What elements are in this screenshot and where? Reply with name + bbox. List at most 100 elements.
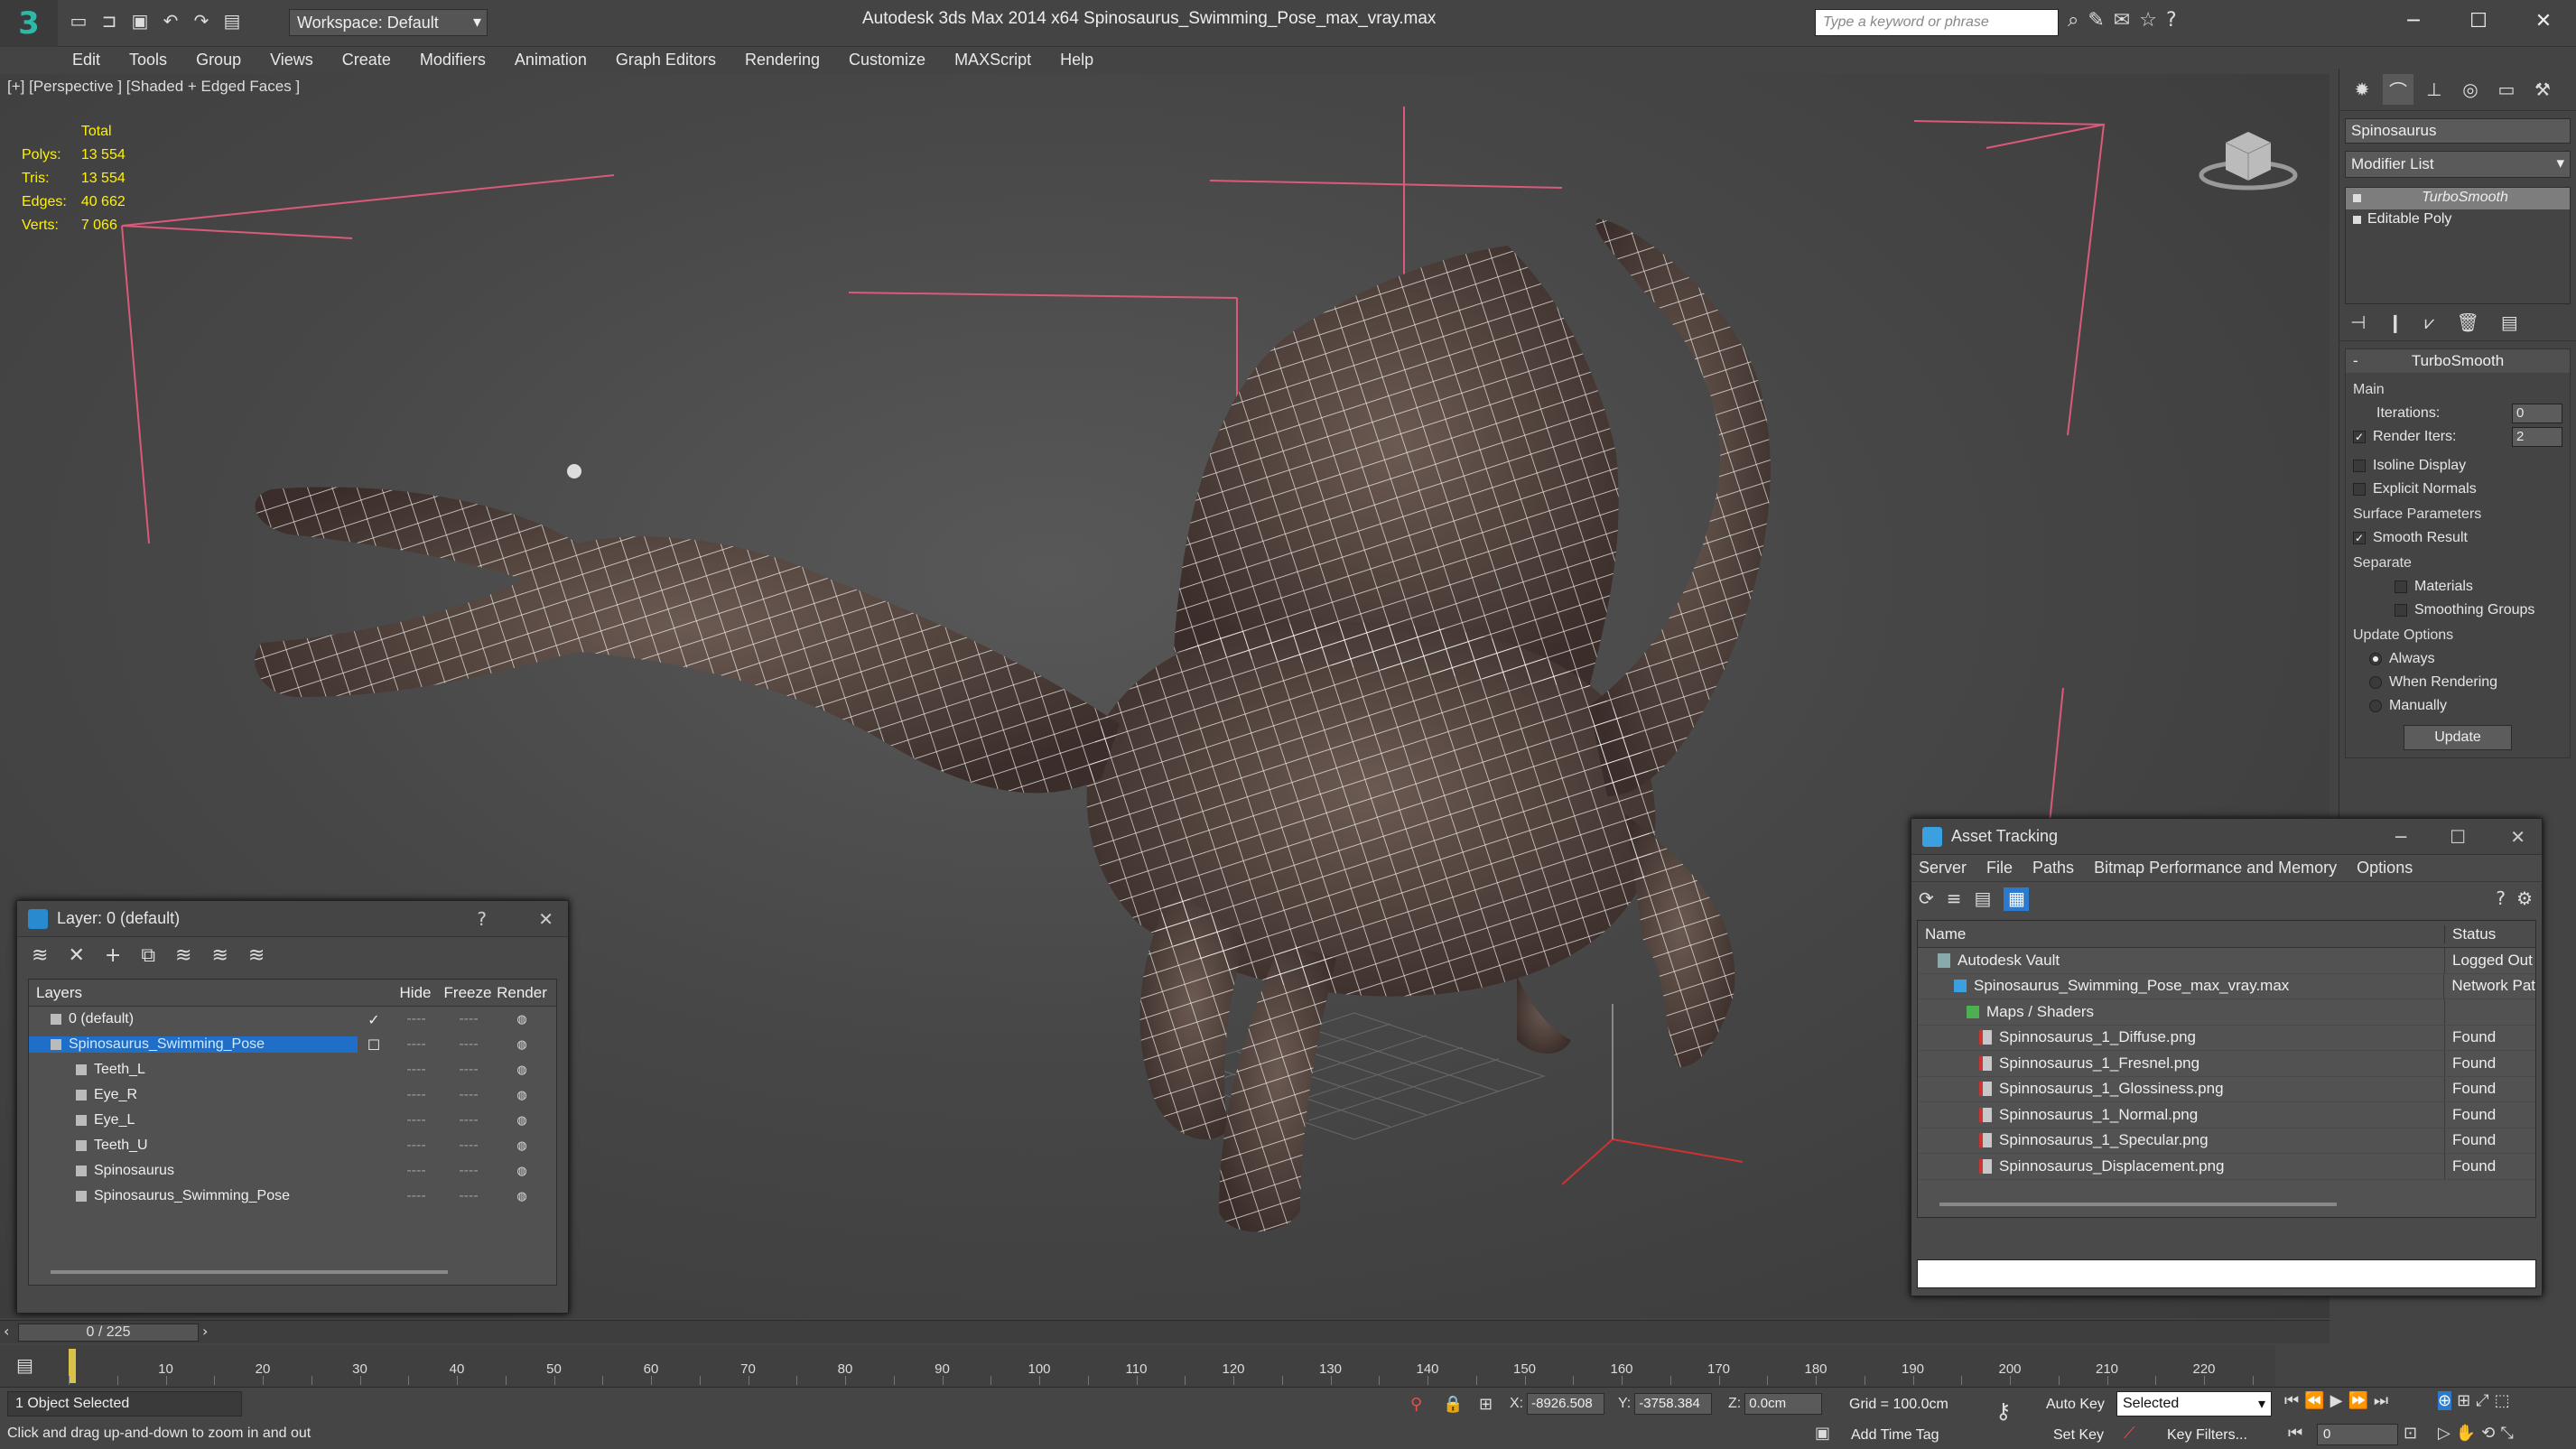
- maximize-icon[interactable]: ☐: [2446, 0, 2511, 42]
- help-icon[interactable]: ?: [2496, 887, 2506, 909]
- auto-key-button[interactable]: Auto Key: [2046, 1397, 2105, 1413]
- zoom-all-icon[interactable]: ⊞: [2457, 1391, 2470, 1410]
- new-file-icon[interactable]: ▭: [65, 7, 92, 34]
- play-icon[interactable]: ▶: [2330, 1391, 2343, 1410]
- hide-toggle[interactable]: ----: [390, 1087, 442, 1103]
- x-field[interactable]: -8926.508: [1527, 1393, 1605, 1415]
- time-slider[interactable]: ‹ 0 / 225 ›: [0, 1320, 2330, 1343]
- hide-toggle[interactable]: ----: [390, 1036, 442, 1053]
- configure-sets-icon[interactable]: ▤: [2501, 311, 2518, 333]
- freeze-toggle[interactable]: ----: [442, 1087, 495, 1103]
- highlight-selected-icon[interactable]: ≋: [175, 944, 191, 967]
- search-input[interactable]: Type a keyword or phrase: [1815, 9, 2059, 36]
- render-iters-checkbox[interactable]: ✓: [2353, 431, 2366, 443]
- hide-toggle[interactable]: ----: [390, 1011, 442, 1027]
- horizontal-scrollbar[interactable]: [1939, 1203, 2337, 1206]
- create-tab-icon[interactable]: ✹: [2347, 74, 2377, 105]
- menu-graph-editors[interactable]: Graph Editors: [601, 47, 730, 72]
- asset-menu-bitmap[interactable]: Bitmap Performance and Memory: [2094, 859, 2337, 878]
- display-tab-icon[interactable]: ▭: [2491, 74, 2522, 105]
- subscription-icon[interactable]: ✎: [2088, 9, 2104, 32]
- create-layer-icon[interactable]: ≋: [32, 944, 48, 967]
- time-tag-icon[interactable]: ▣: [1815, 1424, 1830, 1443]
- freeze-toggle[interactable]: ----: [442, 1188, 495, 1204]
- motion-tab-icon[interactable]: ◎: [2455, 74, 2486, 105]
- asset-row[interactable]: Spinnosaurus_1_Normal.png Found: [1918, 1102, 2535, 1129]
- column-layers[interactable]: Layers: [29, 984, 390, 1002]
- add-to-layer-icon[interactable]: +: [105, 944, 121, 967]
- object-row[interactable]: Teeth_L ---- ---- ◍: [29, 1057, 556, 1082]
- object-row[interactable]: Eye_R ---- ---- ◍: [29, 1082, 556, 1108]
- render-teapot-icon[interactable]: ◍: [495, 1165, 549, 1178]
- add-time-tag[interactable]: Add Time Tag: [1851, 1427, 1939, 1444]
- close-icon[interactable]: ✕: [538, 908, 553, 930]
- hide-toggle[interactable]: ----: [390, 1112, 442, 1129]
- previous-frame-icon[interactable]: ⏪: [2304, 1391, 2324, 1410]
- key-icon[interactable]: ⚷: [1995, 1398, 2012, 1424]
- layer-row[interactable]: 0 (default) ✓ ---- ---- ◍: [29, 1007, 556, 1032]
- horizontal-scrollbar[interactable]: [51, 1270, 448, 1274]
- menu-edit[interactable]: Edit: [58, 47, 115, 72]
- show-end-result-icon[interactable]: ❙: [2387, 311, 2403, 333]
- select-objects-icon[interactable]: ⧉: [141, 944, 155, 967]
- isolate-icon[interactable]: ⚲: [1410, 1395, 1422, 1414]
- field-of-view-icon[interactable]: ▷: [2438, 1424, 2450, 1443]
- menu-views[interactable]: Views: [256, 47, 328, 72]
- asset-row[interactable]: Spinnosaurus_1_Specular.png Found: [1918, 1128, 2535, 1154]
- menu-customize[interactable]: Customize: [834, 47, 940, 72]
- manually-radio[interactable]: [2369, 700, 2382, 712]
- next-frame-icon[interactable]: ⏩: [2348, 1391, 2367, 1410]
- freeze-all-icon[interactable]: ≋: [248, 944, 265, 967]
- always-radio[interactable]: [2369, 653, 2382, 665]
- key-mode-icon[interactable]: ⏮: [2288, 1424, 2302, 1443]
- object-name-field[interactable]: Spinosaurus: [2345, 118, 2571, 144]
- asset-row[interactable]: Autodesk Vault Logged Out: [1918, 948, 2535, 974]
- smooth-result-checkbox[interactable]: ✓: [2353, 532, 2366, 544]
- smoothing-groups-checkbox[interactable]: [2395, 604, 2407, 617]
- render-teapot-icon[interactable]: ◍: [495, 1064, 549, 1077]
- layer-dialog-titlebar[interactable]: Layer: 0 (default) ? ✕: [17, 901, 568, 937]
- remove-modifier-icon[interactable]: 🗑: [2456, 311, 2478, 333]
- current-layer-check[interactable]: ☐: [358, 1036, 390, 1054]
- freeze-toggle[interactable]: ----: [442, 1011, 495, 1027]
- column-render[interactable]: Render: [495, 984, 549, 1002]
- list-view-icon[interactable]: ≡: [1947, 887, 1962, 911]
- redo-icon[interactable]: ↷: [188, 7, 215, 34]
- asset-dialog-titlebar[interactable]: Asset Tracking ─ ☐ ✕: [1911, 819, 2542, 855]
- make-unique-icon[interactable]: ⩗: [2424, 311, 2434, 333]
- open-file-icon[interactable]: ⊐: [96, 7, 123, 34]
- asset-row[interactable]: Spinnosaurus_1_Diffuse.png Found: [1918, 1025, 2535, 1051]
- absolute-mode-icon[interactable]: ⊞: [1479, 1395, 1493, 1414]
- workspace-dropdown[interactable]: Workspace: Default: [289, 9, 488, 36]
- minimize-icon[interactable]: ─: [2381, 0, 2446, 42]
- render-teapot-icon[interactable]: ◍: [495, 1114, 549, 1128]
- asset-menu-file[interactable]: File: [1986, 859, 2013, 878]
- utilities-tab-icon[interactable]: ⚒: [2527, 74, 2558, 105]
- time-playhead[interactable]: [69, 1349, 76, 1383]
- asset-menu-options[interactable]: Options: [2357, 859, 2413, 878]
- stack-item-turbosmooth[interactable]: TurboSmooth: [2346, 188, 2570, 209]
- menu-help[interactable]: Help: [1046, 47, 1108, 72]
- key-set-dropdown[interactable]: Selected: [2116, 1391, 2272, 1416]
- object-row[interactable]: Eye_L ---- ---- ◍: [29, 1108, 556, 1133]
- asset-row[interactable]: Spinnosaurus_1_Fresnel.png Found: [1918, 1051, 2535, 1077]
- frame-counter[interactable]: 0 / 225: [18, 1324, 199, 1342]
- freeze-toggle[interactable]: ----: [442, 1138, 495, 1154]
- render-teapot-icon[interactable]: ◍: [495, 1139, 549, 1153]
- hide-toggle[interactable]: ----: [390, 1163, 442, 1179]
- hide-toggle[interactable]: ----: [390, 1138, 442, 1154]
- menu-create[interactable]: Create: [328, 47, 405, 72]
- menu-group[interactable]: Group: [181, 47, 256, 72]
- menu-tools[interactable]: Tools: [115, 47, 181, 72]
- layer-dialog-help-button[interactable]: ?: [477, 908, 487, 930]
- menu-animation[interactable]: Animation: [500, 47, 601, 72]
- pin-stack-icon[interactable]: ⊣: [2350, 311, 2366, 333]
- delete-layer-icon[interactable]: ✕: [68, 944, 84, 967]
- maximize-icon[interactable]: ☐: [2450, 826, 2466, 848]
- freeze-toggle[interactable]: ----: [442, 1112, 495, 1129]
- communication-icon[interactable]: ✉: [2114, 9, 2130, 32]
- orbit-icon[interactable]: ⟲: [2481, 1424, 2495, 1443]
- freeze-toggle[interactable]: ----: [442, 1163, 495, 1179]
- zoom-extents-icon[interactable]: ⤢: [2476, 1391, 2488, 1410]
- rollout-header[interactable]: TurboSmooth: [2346, 349, 2570, 373]
